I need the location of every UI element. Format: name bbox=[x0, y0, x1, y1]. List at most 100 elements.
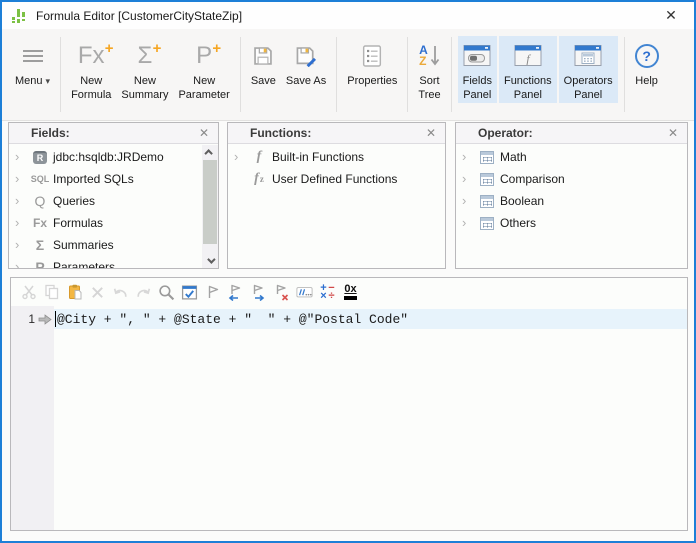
comment-icon[interactable] bbox=[296, 284, 313, 301]
tree-item-math[interactable]: › Math bbox=[456, 146, 687, 168]
expand-chevron-icon[interactable]: › bbox=[462, 150, 474, 163]
functions-panel-toggle[interactable]: f Functions Panel bbox=[498, 36, 557, 103]
check-formula-icon[interactable] bbox=[181, 284, 198, 301]
window-title: Formula Editor [CustomerCityStateZip] bbox=[36, 8, 243, 23]
copy-icon[interactable] bbox=[43, 284, 60, 301]
title-bar: Formula Editor [CustomerCityStateZip] ✕ bbox=[2, 2, 694, 29]
expand-chevron-icon[interactable]: › bbox=[15, 194, 27, 207]
help-button[interactable]: ? Help bbox=[630, 36, 664, 89]
expand-chevron-icon[interactable]: › bbox=[462, 172, 474, 185]
search-icon[interactable] bbox=[158, 284, 175, 301]
delete-icon[interactable] bbox=[89, 284, 106, 301]
sql-icon: SQL bbox=[30, 174, 50, 184]
tree-item-label: Built-in Functions bbox=[272, 150, 365, 164]
tree-item-label: Parameters bbox=[53, 260, 116, 268]
tree-item-parameters[interactable]: › P Parameters bbox=[9, 256, 202, 268]
calculator-icon bbox=[474, 172, 500, 186]
toolbar-separator bbox=[623, 37, 625, 112]
text-cursor bbox=[55, 311, 56, 327]
new-summary-button[interactable]: Σ + New Summary bbox=[116, 36, 173, 103]
tree-item-user-defined-functions[interactable]: fz User Defined Functions bbox=[228, 168, 445, 190]
operator-panel-close-button[interactable]: ✕ bbox=[665, 126, 681, 140]
hex-display-icon[interactable]: 0x bbox=[342, 284, 359, 301]
builtin-function-icon: f bbox=[256, 149, 262, 164]
operator-panel-title: Operator: bbox=[478, 126, 533, 140]
undo-icon[interactable] bbox=[112, 284, 129, 301]
operators-panel-icon bbox=[574, 45, 602, 66]
tree-item-imported-sqls[interactable]: › SQL Imported SQLs bbox=[9, 168, 202, 190]
menu-icon bbox=[22, 49, 43, 62]
expand-chevron-icon[interactable]: › bbox=[462, 194, 474, 207]
fields-panel-toggle[interactable]: Fields Panel bbox=[457, 36, 497, 103]
tree-item-formulas[interactable]: › Fx Formulas bbox=[9, 212, 202, 234]
tree-item-queries[interactable]: › Q Queries bbox=[9, 190, 202, 212]
run-flag-icon[interactable] bbox=[204, 284, 221, 301]
tree-item-others[interactable]: › Others bbox=[456, 212, 687, 234]
fields-tree: › R jdbc:hsqldb:JRDemo › SQL Imported SQ… bbox=[9, 144, 202, 268]
user-function-icon: fz bbox=[254, 171, 264, 186]
scrollbar-thumb[interactable] bbox=[203, 160, 217, 244]
new-parameter-button[interactable]: P + New Parameter bbox=[173, 36, 234, 103]
operator-panel-header: Operator: ✕ bbox=[456, 123, 687, 144]
tree-item-label: Others bbox=[500, 216, 537, 230]
calculator-icon bbox=[474, 150, 500, 164]
formula-line[interactable]: @City + ", " + @State + " " + @"Postal C… bbox=[54, 309, 687, 329]
expand-chevron-icon[interactable]: › bbox=[462, 216, 474, 229]
fields-scrollbar[interactable] bbox=[202, 145, 218, 268]
scroll-down-icon[interactable] bbox=[202, 254, 218, 268]
expand-chevron-icon[interactable]: › bbox=[15, 216, 27, 229]
tree-item-datasource[interactable]: › R jdbc:hsqldb:JRDemo bbox=[9, 146, 202, 168]
functions-panel-title: Functions: bbox=[250, 126, 312, 140]
expand-chevron-icon[interactable]: › bbox=[234, 150, 246, 163]
toolbar-separator bbox=[336, 37, 338, 112]
query-icon: Q bbox=[34, 193, 46, 209]
close-window-button[interactable]: ✕ bbox=[654, 3, 688, 28]
line-number-gutter: 1 bbox=[11, 306, 54, 530]
expand-chevron-icon[interactable]: › bbox=[15, 238, 27, 251]
tree-item-summaries[interactable]: › Σ Summaries bbox=[9, 234, 202, 256]
tree-item-builtin-functions[interactable]: › f Built-in Functions bbox=[228, 146, 445, 168]
stop-flag-icon[interactable] bbox=[273, 284, 290, 301]
tree-item-label: Queries bbox=[53, 194, 96, 208]
redo-icon[interactable] bbox=[135, 284, 152, 301]
math-operators-icon[interactable]: + − × ÷ bbox=[319, 283, 336, 302]
expand-chevron-icon[interactable]: › bbox=[15, 150, 27, 163]
toolbar-separator bbox=[239, 37, 241, 112]
expand-chevron-icon[interactable]: › bbox=[15, 260, 27, 268]
functions-panel-close-button[interactable]: ✕ bbox=[423, 126, 439, 140]
tree-item-comparison[interactable]: › Comparison bbox=[456, 168, 687, 190]
code-area[interactable]: 1 @City + ", " + @State + " " + @"Postal… bbox=[11, 306, 687, 530]
sort-tree-button[interactable]: AZ Sort Tree bbox=[413, 36, 445, 103]
cut-icon[interactable] bbox=[20, 284, 37, 301]
menu-button[interactable]: Menu ▾ bbox=[10, 36, 55, 89]
new-formula-button[interactable]: Fx + New Formula bbox=[66, 36, 116, 103]
toolbar-separator bbox=[407, 37, 409, 112]
step-back-flag-icon[interactable] bbox=[227, 284, 244, 301]
save-button[interactable]: Save bbox=[246, 36, 281, 89]
step-forward-flag-icon[interactable] bbox=[250, 284, 267, 301]
operators-panel-toggle[interactable]: Operators Panel bbox=[558, 36, 618, 103]
paste-icon[interactable] bbox=[66, 284, 83, 301]
formula-text: @City + ", " + @State + " " + @"Postal C… bbox=[57, 311, 409, 327]
tree-item-boolean[interactable]: › Boolean bbox=[456, 190, 687, 212]
properties-button[interactable]: Properties bbox=[342, 36, 402, 89]
save-as-icon bbox=[296, 46, 317, 67]
expand-chevron-icon[interactable]: › bbox=[15, 172, 27, 185]
summary-icon: Σ bbox=[35, 237, 45, 253]
line-number: 1 bbox=[28, 312, 35, 326]
tree-item-label: Imported SQLs bbox=[53, 172, 134, 186]
new-formula-icon: Fx + bbox=[77, 39, 114, 69]
properties-icon bbox=[363, 44, 382, 67]
sort-az-icon: AZ bbox=[419, 44, 440, 68]
new-parameter-icon: P + bbox=[196, 39, 222, 69]
toolbar-separator bbox=[60, 37, 62, 112]
parameter-icon: P bbox=[35, 259, 45, 268]
fields-panel-close-button[interactable]: ✕ bbox=[196, 126, 212, 140]
functions-tree: › f Built-in Functions fz User Defined F… bbox=[228, 144, 445, 268]
scroll-up-icon[interactable] bbox=[202, 145, 218, 159]
save-as-button[interactable]: Save As bbox=[281, 36, 331, 89]
dropdown-caret-icon: ▾ bbox=[45, 76, 51, 86]
functions-panel-icon: f bbox=[514, 45, 542, 66]
calculator-icon bbox=[474, 194, 500, 208]
editor-toolbar: + − × ÷ 0x bbox=[11, 278, 687, 306]
